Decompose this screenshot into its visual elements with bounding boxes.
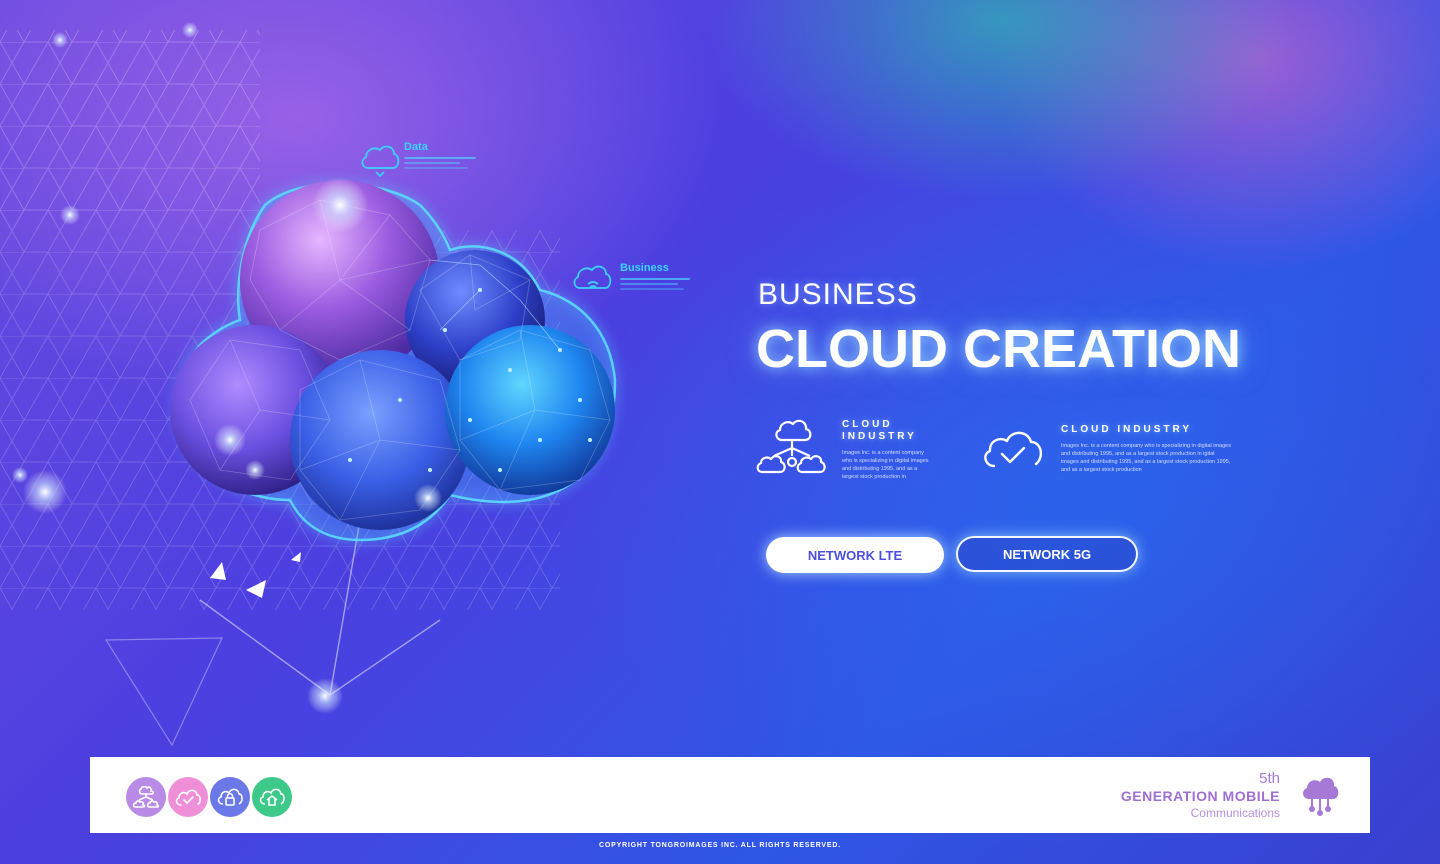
business-tag-label: Business — [620, 262, 669, 274]
business-tag-line — [620, 288, 684, 290]
hero-title: CLOUD CREATION — [756, 319, 1241, 379]
network-5g-button[interactable]: NETWORK 5G — [956, 536, 1138, 572]
data-tag-line — [404, 167, 468, 169]
network-cloud-icon — [756, 419, 826, 474]
feature-title-line1: CLOUD — [842, 419, 893, 430]
copyright-text: COPYRIGHT TONGROIMAGES INC. ALL RIGHTS R… — [599, 842, 841, 849]
business-cloud-icon — [573, 265, 612, 289]
footer-circle-lock[interactable] — [210, 777, 250, 817]
feature-title-line2: INDUSTRY — [842, 431, 917, 442]
data-tag-line — [404, 162, 460, 164]
brand-5th: 5th — [1259, 770, 1280, 787]
network-lte-button[interactable]: NETWORK LTE — [766, 537, 944, 573]
page-stage: Data Business BUSINESS CLOUD CREATION CL… — [0, 0, 1440, 864]
data-tag-line — [404, 157, 476, 159]
footer-circle-network[interactable] — [126, 777, 166, 817]
data-cloud-icon — [361, 145, 400, 178]
cloud-check-icon — [175, 789, 201, 806]
footer-circle-check[interactable] — [168, 777, 208, 817]
footer-bar: 5th GENERATION MOBILE Communications — [90, 757, 1370, 833]
business-tag-line — [620, 283, 678, 285]
feature-description: Images Inc. is a content company who is … — [1061, 443, 1231, 473]
brand-block: 5th GENERATION MOBILE Communications — [1121, 770, 1280, 821]
hero-kicker: BUSINESS — [758, 278, 918, 311]
cloud-network-icon — [1303, 777, 1339, 816]
cloud-check-icon — [984, 431, 1043, 468]
data-tag-label: Data — [404, 141, 428, 153]
business-tag-line — [620, 278, 690, 280]
feature-title: CLOUD INDUSTRY — [1061, 424, 1193, 435]
brand-communications: Communications — [1190, 806, 1280, 820]
feature-description: Images Inc. is a content company who is … — [842, 450, 929, 480]
cloud-home-icon — [259, 788, 285, 806]
footer-circle-home[interactable] — [252, 777, 292, 817]
network-cloud-icon — [133, 786, 159, 808]
cloud-lock-icon — [217, 788, 243, 806]
brand-generation-mobile: GENERATION MOBILE — [1120, 788, 1280, 804]
